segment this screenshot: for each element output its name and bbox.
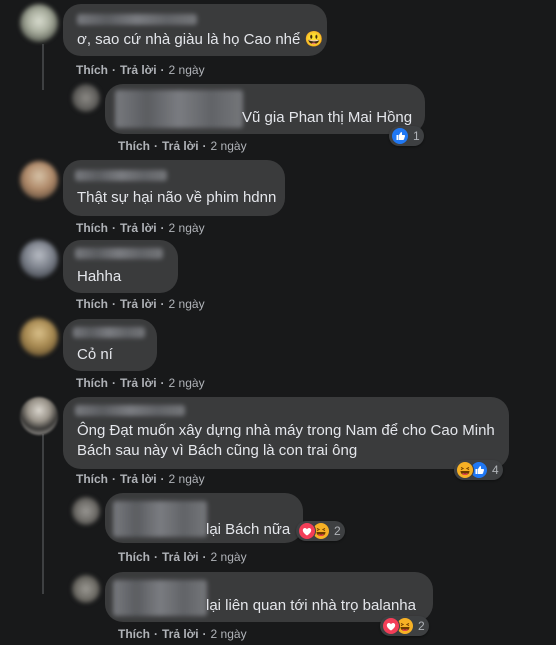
timestamp[interactable]: 2 ngày	[169, 376, 205, 390]
avatar[interactable]	[20, 4, 58, 42]
separator-dot: ·	[112, 63, 116, 77]
like-action[interactable]: Thích	[76, 297, 108, 311]
comment-text: Thật sự hại não về phim hdnn	[77, 189, 277, 206]
separator-dot: ·	[202, 627, 207, 641]
separator-dot: ·	[160, 297, 165, 311]
love-reaction-icon	[382, 617, 400, 635]
comment-text: Bách sau này vì Bách cũng là con trai ôn…	[77, 442, 358, 459]
like-action[interactable]: Thích	[76, 221, 108, 235]
timestamp[interactable]: 2 ngày	[169, 221, 205, 235]
comment-bubble: ơ, sao cứ nhà giàu là họ Cao nhể 😃	[63, 4, 327, 56]
comment-actions: Thích · Trả lời · 2 ngày	[76, 297, 205, 311]
separator-dot: ·	[154, 550, 158, 564]
comment-text: Cỏ ní	[77, 346, 113, 363]
timestamp[interactable]: 2 ngày	[211, 550, 247, 564]
like-action[interactable]: Thích	[76, 63, 108, 77]
separator-dot: ·	[202, 550, 207, 564]
like-action[interactable]: Thích	[118, 627, 150, 641]
author-name[interactable]	[113, 501, 207, 537]
separator-dot: ·	[160, 472, 165, 486]
author-name[interactable]	[73, 327, 145, 338]
separator-dot: ·	[160, 221, 165, 235]
separator-dot: ·	[154, 627, 158, 641]
author-name[interactable]	[113, 580, 207, 616]
comment-text: Ông Đạt muốn xây dựng nhà máy trong Nam …	[77, 422, 495, 439]
reaction-summary[interactable]: 4	[454, 460, 503, 480]
comment-actions: Thích · Trả lời · 2 ngày	[118, 139, 247, 153]
comment-bubble: Thật sự hại não về phim hdnn	[63, 160, 285, 216]
timestamp[interactable]: 2 ngày	[169, 297, 205, 311]
reaction-count: 4	[492, 463, 499, 477]
reaction-count: 1	[413, 129, 420, 143]
comment-actions: Thích · Trả lời · 2 ngày	[118, 627, 247, 641]
comment-actions: Thích · Trả lời · 2 ngày	[76, 472, 205, 486]
like-action[interactable]: Thích	[76, 472, 108, 486]
timestamp[interactable]: 2 ngày	[169, 63, 205, 77]
avatar[interactable]	[72, 575, 100, 603]
reaction-summary[interactable]: 2	[380, 616, 429, 636]
author-name[interactable]	[75, 405, 185, 416]
separator-dot: ·	[112, 472, 116, 486]
like-action[interactable]: Thích	[118, 139, 150, 153]
like-action[interactable]: Thích	[118, 550, 150, 564]
author-name[interactable]	[115, 90, 243, 128]
author-name[interactable]	[75, 170, 167, 181]
comment-bubble: Ông Đạt muốn xây dựng nhà máy trong Nam …	[63, 397, 509, 469]
author-name[interactable]	[75, 248, 163, 259]
comment-actions: Thích · Trả lời · 2 ngày	[76, 376, 205, 390]
smiley-emoji-icon: 😃	[304, 31, 324, 48]
avatar[interactable]	[20, 240, 58, 278]
like-action[interactable]: Thích	[76, 376, 108, 390]
comment-text: Hahha	[77, 268, 122, 285]
reaction-count: 2	[334, 524, 341, 538]
separator-dot: ·	[154, 139, 158, 153]
timestamp[interactable]: 2 ngày	[211, 139, 247, 153]
separator-dot: ·	[112, 221, 116, 235]
reply-action[interactable]: Trả lời	[120, 221, 157, 235]
comment-actions: Thích · Trả lời · 2 ngày	[76, 221, 205, 235]
thread-line	[42, 44, 44, 90]
reply-action[interactable]: Trả lời	[120, 63, 157, 77]
author-name[interactable]	[77, 14, 197, 25]
reply-action[interactable]: Trả lời	[120, 376, 157, 390]
avatar[interactable]	[20, 161, 58, 199]
timestamp[interactable]: 2 ngày	[169, 472, 205, 486]
reply-action[interactable]: Trả lời	[162, 627, 199, 641]
reply-action[interactable]: Trả lời	[120, 297, 157, 311]
comment-text: Vũ gia Phan thị Mai Hồng	[242, 109, 413, 126]
reply-action[interactable]: Trả lời	[162, 139, 199, 153]
separator-dot: ·	[112, 297, 116, 311]
comment-bubble: lại Bách nữa	[105, 493, 303, 543]
avatar[interactable]	[72, 84, 100, 112]
love-reaction-icon	[298, 522, 316, 540]
reaction-count: 2	[418, 619, 425, 633]
avatar[interactable]	[20, 318, 58, 356]
haha-reaction-icon	[456, 461, 474, 479]
like-reaction-icon	[391, 127, 409, 145]
comment-text: lại liên quan tới nhà trọ balanha	[206, 597, 416, 614]
comment-bubble: Vũ gia Phan thị Mai Hồng	[105, 84, 425, 134]
reaction-summary[interactable]: 2	[296, 521, 345, 541]
avatar[interactable]	[20, 397, 58, 435]
comment-text: ơ, sao cứ nhà giàu là họ Cao nhể 😃	[77, 31, 324, 48]
comment-bubble: lại liên quan tới nhà trọ balanha	[105, 572, 433, 622]
separator-dot: ·	[112, 376, 116, 390]
thread-line	[42, 434, 44, 594]
comment-actions: Thích · Trả lời · 2 ngày	[76, 63, 205, 77]
reaction-summary[interactable]: 1	[389, 126, 424, 146]
comment-text: lại Bách nữa	[206, 521, 291, 538]
separator-dot: ·	[160, 63, 165, 77]
avatar[interactable]	[72, 497, 100, 525]
comment-actions: Thích · Trả lời · 2 ngày	[118, 550, 247, 564]
reply-action[interactable]: Trả lời	[162, 550, 199, 564]
separator-dot: ·	[202, 139, 207, 153]
reply-action[interactable]: Trả lời	[120, 472, 157, 486]
separator-dot: ·	[160, 376, 165, 390]
timestamp[interactable]: 2 ngày	[211, 627, 247, 641]
comment-bubble: Cỏ ní	[63, 319, 157, 371]
comment-bubble: Hahha	[63, 240, 178, 293]
